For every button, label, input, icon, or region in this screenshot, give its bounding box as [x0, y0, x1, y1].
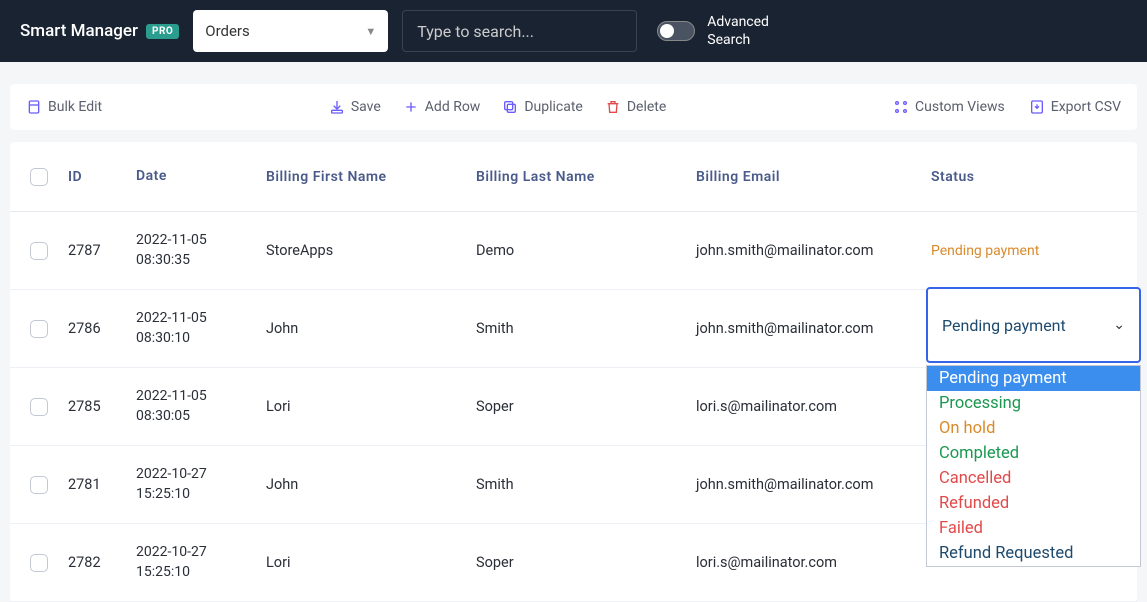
trash-icon	[605, 99, 621, 115]
status-option[interactable]: Refund Requested	[927, 541, 1140, 566]
pro-badge: PRO	[146, 24, 179, 39]
cell-email: john.smith@mailinator.com	[696, 320, 931, 337]
cell-email: lori.s@mailinator.com	[696, 554, 931, 571]
cell-last-name: Demo	[476, 242, 696, 259]
row-checkbox[interactable]	[30, 398, 48, 416]
duplicate-button[interactable]: Duplicate	[502, 99, 583, 115]
status-badge: Pending payment	[931, 243, 1039, 259]
grid-header: ID Date Billing First Name Billing Last …	[10, 142, 1137, 212]
search-input[interactable]: Type to search...	[402, 10, 637, 52]
top-bar: Smart Manager PRO Orders ▼ Type to searc…	[0, 0, 1147, 62]
cell-email: lori.s@mailinator.com	[696, 398, 931, 415]
cell-first-name: Lori	[266, 398, 476, 415]
status-option[interactable]: Refunded	[927, 491, 1140, 516]
cell-id: 2787	[68, 242, 136, 259]
bulk-edit-icon	[26, 99, 42, 115]
col-first[interactable]: Billing First Name	[266, 169, 476, 185]
export-csv-button[interactable]: Export CSV	[1029, 99, 1121, 115]
export-icon	[1029, 99, 1045, 115]
toggle-knob	[660, 24, 674, 38]
brand-name: Smart Manager	[20, 21, 138, 41]
brand: Smart Manager PRO	[20, 21, 179, 41]
col-date[interactable]: Date	[136, 167, 266, 187]
cell-first-name: John	[266, 476, 476, 493]
plus-icon	[403, 99, 419, 115]
row-checkbox[interactable]	[30, 320, 48, 338]
cell-id: 2781	[68, 476, 136, 493]
cell-date: 2022-11-0508:30:05	[136, 387, 266, 426]
table-row[interactable]: 27872022-11-0508:30:35StoreAppsDemojohn.…	[10, 212, 1137, 290]
col-last[interactable]: Billing Last Name	[476, 169, 696, 185]
cell-id: 2786	[68, 320, 136, 337]
bulk-edit-button[interactable]: Bulk Edit	[26, 99, 102, 115]
status-option[interactable]: Pending payment	[927, 366, 1140, 391]
status-dropdown: Pending payment ⌄ Pending paymentProcess…	[926, 287, 1141, 567]
cell-id: 2782	[68, 554, 136, 571]
col-email[interactable]: Billing Email	[696, 169, 931, 185]
advanced-search-label: Advanced Search	[707, 13, 769, 49]
advanced-search: Advanced Search	[657, 13, 769, 49]
duplicate-icon	[502, 99, 518, 115]
status-option[interactable]: Processing	[927, 391, 1140, 416]
cell-id: 2785	[68, 398, 136, 415]
toolbar: Bulk Edit Save Add Row Duplicate Delete …	[10, 84, 1137, 130]
views-icon	[893, 99, 909, 115]
status-option[interactable]: Failed	[927, 516, 1140, 541]
status-option[interactable]: Cancelled	[927, 466, 1140, 491]
cell-email: john.smith@mailinator.com	[696, 476, 931, 493]
row-checkbox[interactable]	[30, 242, 48, 260]
col-id[interactable]: ID	[68, 169, 136, 185]
cell-date: 2022-10-2715:25:10	[136, 465, 266, 504]
status-options-list: Pending paymentProcessingOn holdComplete…	[926, 365, 1141, 567]
entity-selector[interactable]: Orders ▼	[193, 10, 388, 52]
cell-first-name: Lori	[266, 554, 476, 571]
cell-last-name: Soper	[476, 554, 696, 571]
row-checkbox[interactable]	[30, 476, 48, 494]
entity-selector-value: Orders	[205, 22, 250, 40]
chevron-down-icon: ▼	[365, 25, 376, 38]
status-select-value: Pending payment	[942, 316, 1066, 335]
save-icon	[329, 99, 345, 115]
chevron-down-icon: ⌄	[1113, 317, 1125, 333]
cell-date: 2022-10-2715:25:10	[136, 543, 266, 582]
row-checkbox[interactable]	[30, 554, 48, 572]
search-placeholder: Type to search...	[417, 22, 534, 41]
custom-views-button[interactable]: Custom Views	[893, 99, 1005, 115]
cell-date: 2022-11-0508:30:10	[136, 309, 266, 348]
save-button[interactable]: Save	[329, 99, 381, 115]
select-all-checkbox[interactable]	[30, 168, 48, 186]
cell-last-name: Smith	[476, 476, 696, 493]
cell-first-name: John	[266, 320, 476, 337]
status-option[interactable]: Completed	[927, 441, 1140, 466]
cell-email: john.smith@mailinator.com	[696, 242, 931, 259]
advanced-search-toggle[interactable]	[657, 21, 695, 41]
delete-button[interactable]: Delete	[605, 99, 666, 115]
cell-last-name: Smith	[476, 320, 696, 337]
add-row-button[interactable]: Add Row	[403, 99, 481, 115]
status-option[interactable]: On hold	[927, 416, 1140, 441]
cell-last-name: Soper	[476, 398, 696, 415]
status-select[interactable]: Pending payment ⌄	[926, 287, 1141, 363]
col-status[interactable]: Status	[931, 169, 1137, 185]
cell-date: 2022-11-0508:30:35	[136, 231, 266, 270]
cell-first-name: StoreApps	[266, 242, 476, 259]
cell-status[interactable]: Pending payment	[931, 242, 1137, 259]
